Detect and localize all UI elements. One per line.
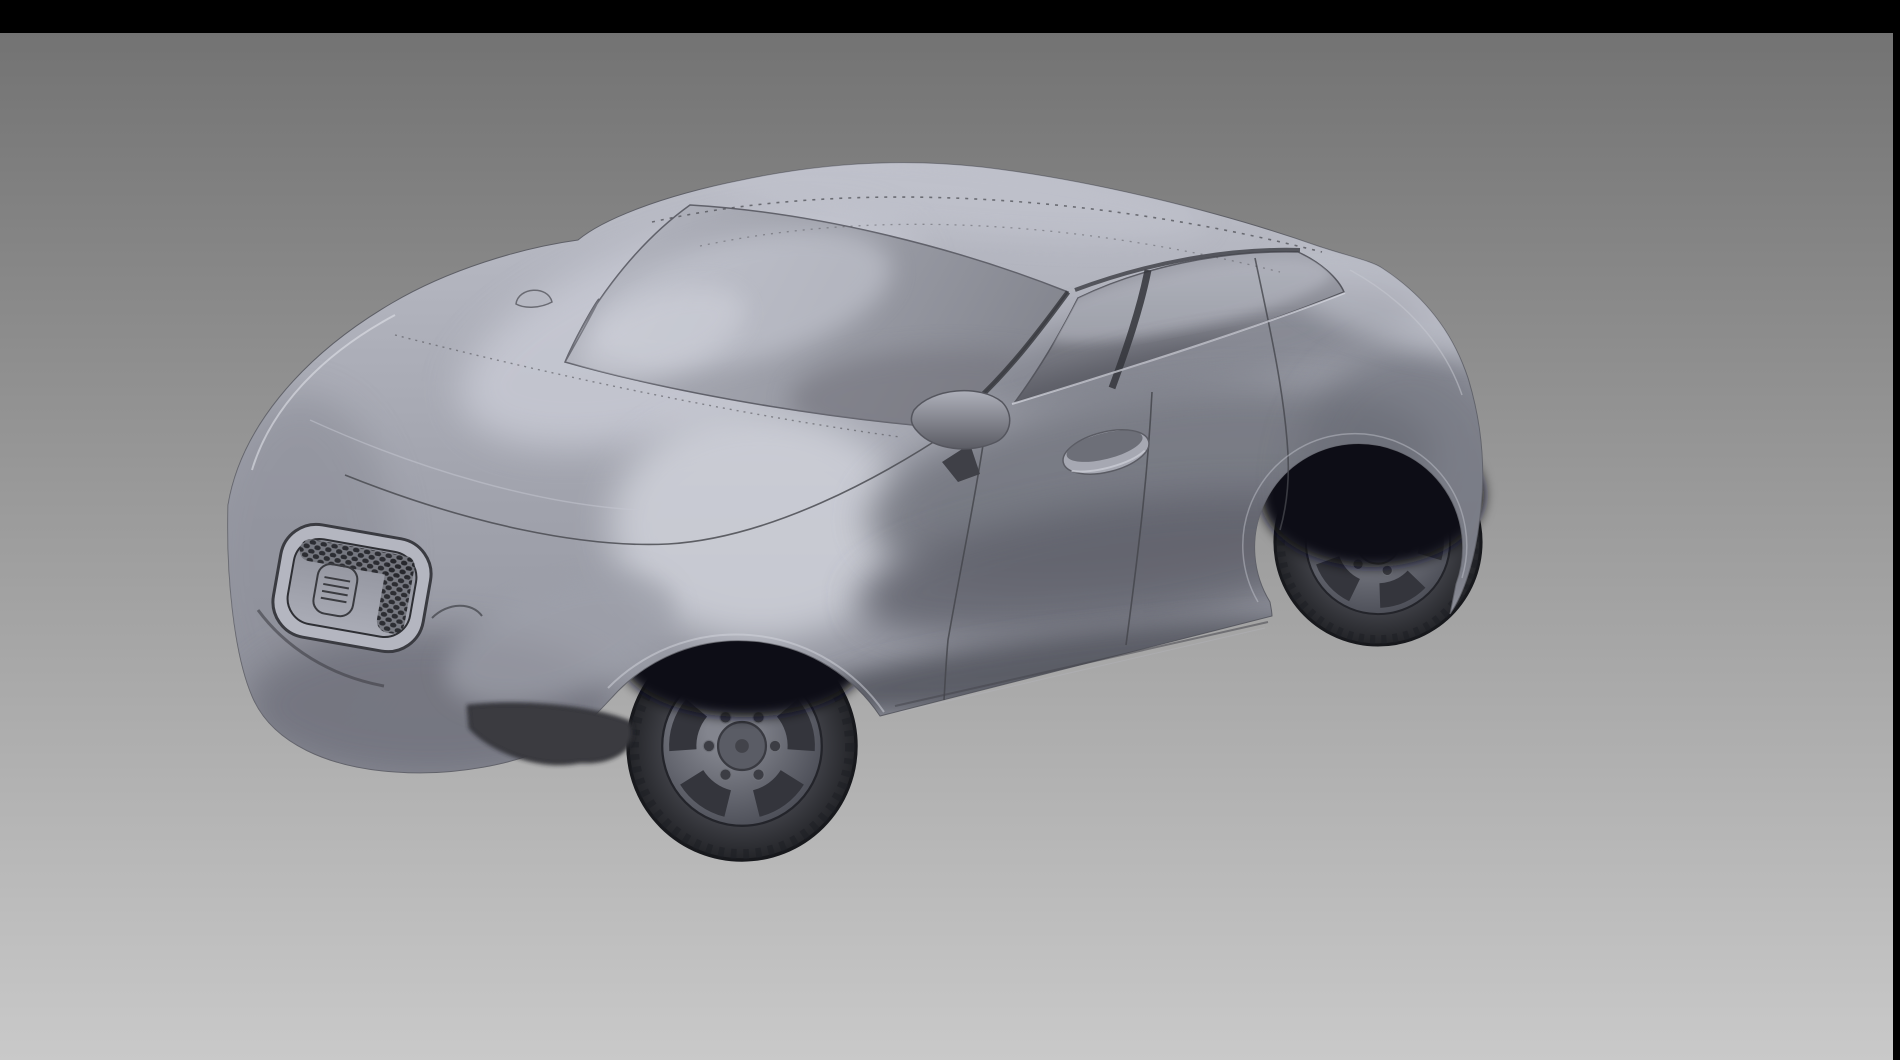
- top-bar: [0, 0, 1900, 33]
- viewport-3d[interactable]: [0, 0, 1900, 1060]
- right-edge-bar: [1893, 0, 1900, 1060]
- application-window: [0, 0, 1900, 1060]
